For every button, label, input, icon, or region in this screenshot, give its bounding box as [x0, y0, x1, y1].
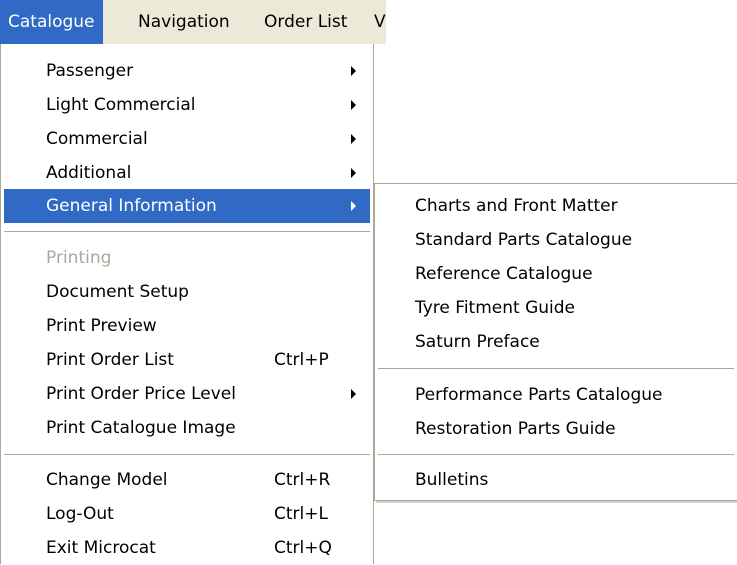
menu-order-list[interactable]: Order List	[256, 0, 355, 44]
menu-item-passenger[interactable]: Passenger	[4, 54, 370, 88]
menu-item-label: Print Catalogue Image	[46, 418, 236, 438]
submenu-arrow-icon	[351, 134, 356, 144]
menu-item-log-out[interactable]: Log-Out Ctrl+L	[4, 497, 370, 531]
submenu-item-saturn-preface[interactable]: Saturn Preface	[378, 325, 734, 359]
menu-item-label: Tyre Fitment Guide	[415, 298, 575, 318]
menu-item-commercial[interactable]: Commercial	[4, 122, 370, 156]
submenu-arrow-icon	[351, 100, 356, 110]
submenu-item-bulletins[interactable]: Bulletins	[378, 463, 734, 497]
menu-item-print-preview[interactable]: Print Preview	[4, 309, 370, 343]
menu-item-label: Additional	[46, 163, 132, 183]
menu-item-label: Print Preview	[46, 316, 157, 336]
menu-separator	[378, 368, 734, 370]
menu-item-label: Document Setup	[46, 282, 189, 302]
menu-item-label: Bulletins	[415, 470, 489, 490]
menu-navigation[interactable]: Navigation	[130, 0, 238, 44]
menu-item-general-information[interactable]: General Information	[4, 189, 370, 223]
menu-item-print-catalogue-image[interactable]: Print Catalogue Image	[4, 411, 370, 445]
menu-item-printing: Printing	[4, 241, 370, 275]
submenu-arrow-icon	[351, 201, 356, 211]
menu-item-label: Restoration Parts Guide	[415, 419, 616, 439]
menu-catalogue[interactable]: Catalogue	[0, 0, 103, 44]
menu-item-additional[interactable]: Additional	[4, 156, 370, 190]
submenu-item-performance-parts-catalogue[interactable]: Performance Parts Catalogue	[378, 378, 734, 412]
submenu-arrow-icon	[351, 66, 356, 76]
menu-item-label: Performance Parts Catalogue	[415, 385, 663, 405]
menu-item-shortcut: Ctrl+R	[274, 470, 331, 490]
menu-item-label: Charts and Front Matter	[415, 196, 618, 216]
submenu-item-tyre-fitment-guide[interactable]: Tyre Fitment Guide	[378, 291, 734, 325]
menu-item-label: Commercial	[46, 129, 148, 149]
menu-item-label: Standard Parts Catalogue	[415, 230, 633, 250]
menu-item-shortcut: Ctrl+L	[274, 504, 328, 524]
menu-item-label: Change Model	[46, 470, 168, 490]
submenu-item-reference-catalogue[interactable]: Reference Catalogue	[378, 257, 734, 291]
menu-item-shortcut: Ctrl+P	[274, 350, 329, 370]
menu-view-partial[interactable]: V	[370, 0, 386, 44]
submenu-item-standard-parts-catalogue[interactable]: Standard Parts Catalogue	[378, 223, 734, 257]
menu-item-print-order-list[interactable]: Print Order List Ctrl+P	[4, 343, 370, 377]
menu-item-label: Light Commercial	[46, 95, 196, 115]
menu-item-label: Print Order List	[46, 350, 174, 370]
menu-item-shortcut: Ctrl+Q	[274, 538, 332, 558]
menu-item-label: Log-Out	[46, 504, 114, 524]
menu-item-label: Print Order Price Level	[46, 384, 236, 404]
submenu-arrow-icon	[351, 168, 356, 178]
menu-separator	[4, 231, 370, 233]
menu-item-print-order-price-level[interactable]: Print Order Price Level	[4, 377, 370, 411]
menu-bar: Catalogue Navigation Order List V	[0, 0, 386, 44]
menu-item-document-setup[interactable]: Document Setup	[4, 275, 370, 309]
submenu-item-restoration-parts-guide[interactable]: Restoration Parts Guide	[378, 412, 734, 446]
menu-separator	[378, 454, 734, 456]
catalogue-menu: Passenger Light Commercial Commercial Ad…	[0, 44, 374, 564]
menu-item-label: Reference Catalogue	[415, 264, 593, 284]
menu-separator	[4, 454, 370, 456]
menu-item-change-model[interactable]: Change Model Ctrl+R	[4, 463, 370, 497]
submenu-item-charts-and-front-matter[interactable]: Charts and Front Matter	[378, 189, 734, 223]
menu-item-label: General Information	[46, 196, 217, 216]
general-information-submenu: Charts and Front Matter Standard Parts C…	[374, 183, 737, 501]
menu-item-label: Saturn Preface	[415, 332, 540, 352]
menu-item-label: Printing	[46, 248, 112, 268]
menu-item-label: Passenger	[46, 61, 134, 81]
menu-item-label: Exit Microcat	[46, 538, 156, 558]
menu-item-light-commercial[interactable]: Light Commercial	[4, 88, 370, 122]
menu-item-exit-microcat[interactable]: Exit Microcat Ctrl+Q	[4, 531, 370, 565]
submenu-arrow-icon	[351, 389, 356, 399]
